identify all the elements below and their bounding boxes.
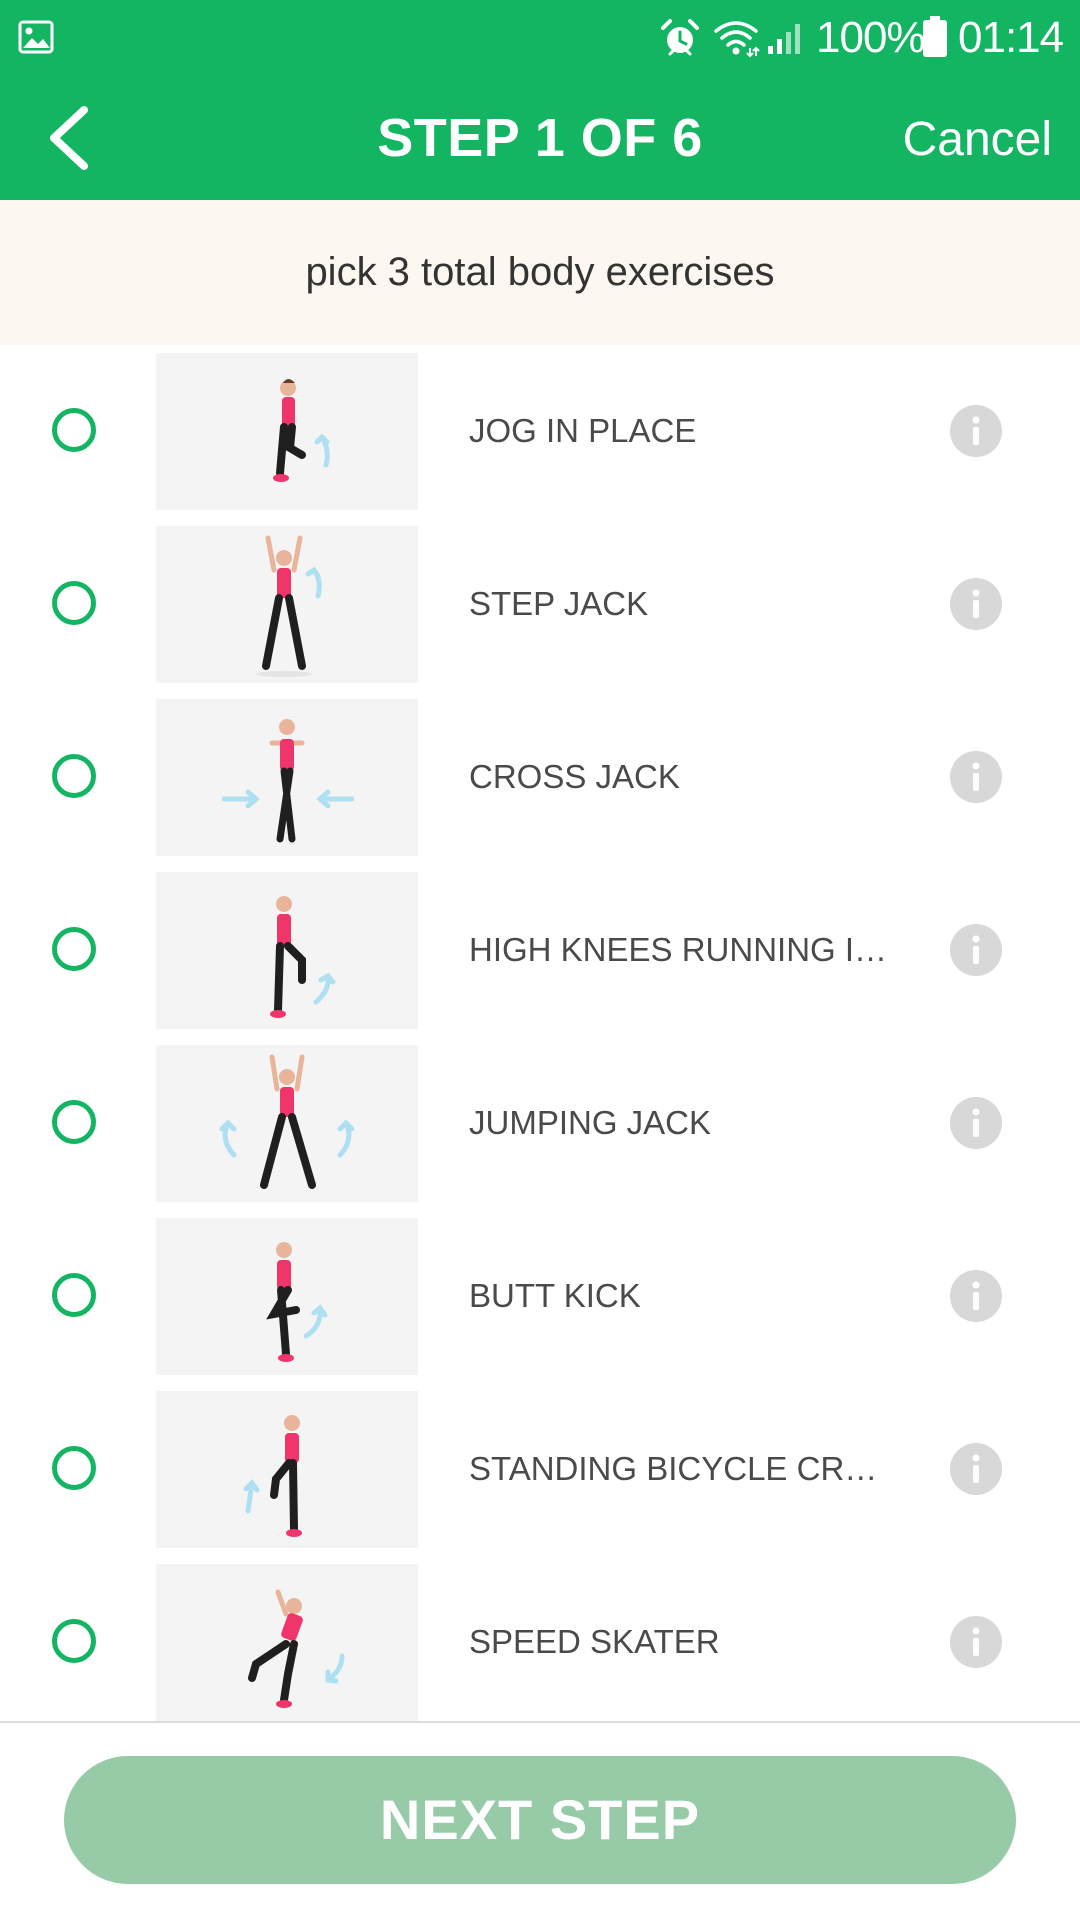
status-bar: 100% 01:14 (0, 0, 1080, 76)
exercise-thumbnail (156, 526, 418, 683)
exercise-item-butt-kick[interactable]: BUTT KICK (0, 1210, 1080, 1383)
next-step-button[interactable]: NEXT STEP (64, 1756, 1016, 1884)
instruction-banner: pick 3 total body exercises (0, 200, 1080, 345)
exercise-item-high-knees[interactable]: HIGH KNEES RUNNING IN... (0, 864, 1080, 1037)
exercise-name: CROSS JACK (469, 758, 680, 795)
exercise-name: HIGH KNEES RUNNING IN... (469, 931, 889, 968)
battery-icon (923, 16, 947, 57)
info-icon[interactable] (950, 1443, 1002, 1495)
radio-button[interactable] (52, 754, 96, 798)
radio-button[interactable] (52, 1446, 96, 1490)
exercise-name: BUTT KICK (469, 1277, 641, 1314)
gallery-icon (18, 20, 54, 54)
exercise-item-speed-skater[interactable]: SPEED SKATER (0, 1556, 1080, 1721)
app-bar: STEP 1 OF 6 Cancel (0, 76, 1080, 200)
cancel-button[interactable]: Cancel (903, 110, 1052, 170)
exercise-thumbnail (156, 1564, 418, 1721)
exercise-name: JOG IN PLACE (469, 412, 697, 449)
clock: 01:14 (958, 13, 1064, 62)
radio-button[interactable] (52, 581, 96, 625)
radio-button[interactable] (52, 1619, 96, 1663)
signal-icon (768, 24, 800, 54)
exercise-thumbnail (156, 699, 418, 856)
exercise-list[interactable]: JOG IN PLACE STEP JACK CROSS JACK HIGH K… (0, 345, 1080, 1721)
info-icon[interactable] (950, 1616, 1002, 1668)
exercise-item-jog-in-place[interactable]: JOG IN PLACE (0, 345, 1080, 518)
exercise-name: SPEED SKATER (469, 1623, 720, 1660)
radio-button[interactable] (52, 1273, 96, 1317)
exercise-item-standing-bicycle-crunch[interactable]: STANDING BICYCLE CRUN... (0, 1383, 1080, 1556)
wifi-icon (714, 21, 760, 58)
exercise-thumbnail (156, 1218, 418, 1375)
alarm-icon (661, 19, 699, 56)
radio-button[interactable] (52, 927, 96, 971)
info-icon[interactable] (950, 405, 1002, 457)
exercise-thumbnail (156, 1045, 418, 1202)
exercise-item-step-jack[interactable]: STEP JACK (0, 518, 1080, 691)
exercise-item-cross-jack[interactable]: CROSS JACK (0, 691, 1080, 864)
exercise-thumbnail (156, 353, 418, 510)
exercise-thumbnail (156, 1391, 418, 1548)
info-icon[interactable] (950, 1097, 1002, 1149)
info-icon[interactable] (950, 751, 1002, 803)
battery-percentage: 100% (816, 13, 926, 62)
exercise-name: STEP JACK (469, 585, 649, 622)
exercise-thumbnail (156, 872, 418, 1029)
exercise-item-jumping-jack[interactable]: JUMPING JACK (0, 1037, 1080, 1210)
radio-button[interactable] (52, 408, 96, 452)
info-icon[interactable] (950, 1270, 1002, 1322)
radio-button[interactable] (52, 1100, 96, 1144)
bottom-bar: NEXT STEP (0, 1721, 1080, 1920)
exercise-name: JUMPING JACK (469, 1104, 712, 1141)
info-icon[interactable] (950, 924, 1002, 976)
info-icon[interactable] (950, 578, 1002, 630)
exercise-name: STANDING BICYCLE CRUN... (469, 1450, 889, 1487)
